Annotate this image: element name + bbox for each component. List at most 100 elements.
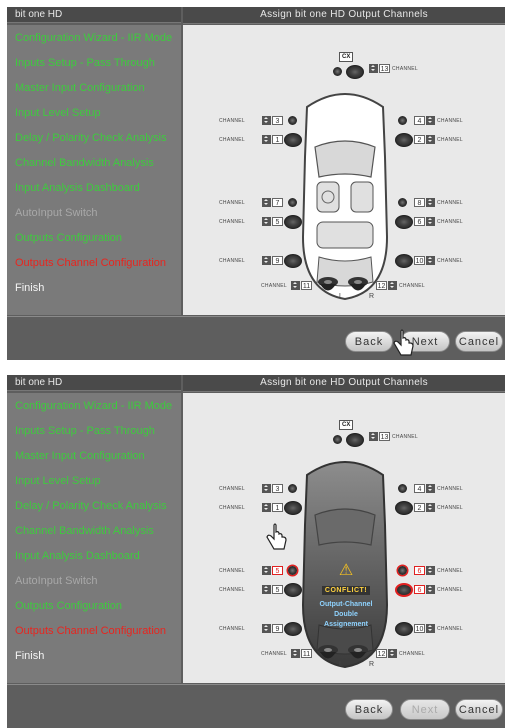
step-delay-polarity[interactable]: Delay / Polarity Check Analysis (15, 132, 167, 144)
step-outputs-channel-configuration[interactable]: Outputs Channel Configuration (15, 625, 166, 637)
lr-woofer-channel-label: CHANNEL (219, 219, 245, 225)
subwoofer-left-icon (318, 645, 338, 659)
step-configuration-wizard[interactable]: Configuration Wizard - IIR Mode (15, 32, 172, 44)
lf-woofer-channel-label: CHANNEL (219, 137, 245, 143)
lr-tweeter-icon (288, 566, 297, 575)
step-input-analysis[interactable]: Input Analysis Dashboard (15, 550, 140, 562)
center-channel-value[interactable]: 13 (379, 64, 390, 73)
lr-woofer-spinner[interactable] (262, 217, 271, 226)
rf-woofer-channel-value[interactable]: 2 (414, 503, 425, 512)
lf-woofer-spinner[interactable] (262, 135, 271, 144)
sub-l-channel-value[interactable]: 11 (301, 649, 312, 658)
step-master-input[interactable]: Master Input Configuration (15, 82, 145, 94)
wizard-steps-sidebar: Configuration Wizard - IIR Mode Inputs S… (7, 393, 181, 683)
rf-woofer-icon (395, 133, 413, 147)
rf-tweeter-channel-value[interactable]: 4 (414, 116, 425, 125)
rf-tweeter-icon (398, 116, 407, 125)
sub-r-channel-value[interactable]: 12 (376, 649, 387, 658)
cancel-button[interactable]: Cancel (455, 699, 503, 720)
step-input-level[interactable]: Input Level Setup (15, 107, 101, 119)
lf-tweeter-channel-value[interactable]: 3 (272, 484, 283, 493)
lr-woofer-channel-value[interactable]: 5 (272, 585, 283, 594)
step-configuration-wizard[interactable]: Configuration Wizard - IIR Mode (15, 400, 172, 412)
hand-cursor-icon (266, 523, 287, 550)
back-button[interactable]: Back (345, 331, 393, 352)
step-input-analysis[interactable]: Input Analysis Dashboard (15, 182, 140, 194)
sub-l-channel-value[interactable]: 11 (301, 281, 312, 290)
rr-tweeter-channel-value-conflict[interactable]: 6 (414, 566, 425, 575)
rf-tweeter-spinner[interactable] (426, 116, 435, 125)
rf-tweeter-channel-label: CHANNEL (437, 118, 463, 124)
rr-tweeter-spinner[interactable] (426, 566, 435, 575)
ls-spinner[interactable] (262, 624, 271, 633)
step-channel-bandwidth[interactable]: Channel Bandwidth Analysis (15, 157, 154, 169)
step-outputs-configuration[interactable]: Outputs Configuration (15, 232, 122, 244)
step-inputs-setup[interactable]: Inputs Setup - Pass Through (15, 425, 155, 437)
lr-woofer-spinner[interactable] (262, 585, 271, 594)
sub-r-channel-value[interactable]: 12 (376, 281, 387, 290)
wizard-steps-sidebar: Configuration Wizard - IIR Mode Inputs S… (7, 25, 181, 315)
rr-tweeter-channel-label: CHANNEL (437, 200, 463, 206)
channel-assignment-area: ⚠ CONFLICT! Output-Channel Double Assign… (183, 393, 505, 683)
step-outputs-configuration[interactable]: Outputs Configuration (15, 600, 122, 612)
sub-r-channel-label: CHANNEL (399, 283, 425, 289)
wizard-panel-conflict: bit one HD Assign bit one HD Output Chan… (7, 375, 505, 728)
sub-r-spinner[interactable] (388, 281, 397, 290)
lr-tweeter-spinner[interactable] (262, 198, 271, 207)
rf-tweeter-spinner[interactable] (426, 484, 435, 493)
lf-tweeter-icon (288, 116, 297, 125)
center-channel-spinner[interactable] (369, 432, 378, 441)
rs-spinner[interactable] (426, 256, 435, 265)
step-input-level[interactable]: Input Level Setup (15, 475, 101, 487)
lf-tweeter-spinner[interactable] (262, 116, 271, 125)
rf-woofer-spinner[interactable] (426, 503, 435, 512)
rf-woofer-spinner[interactable] (426, 135, 435, 144)
rr-woofer-channel-value[interactable]: 6 (414, 217, 425, 226)
rs-speaker-icon (395, 254, 413, 268)
rr-woofer-channel-label: CHANNEL (437, 219, 463, 225)
rs-channel-value[interactable]: 10 (414, 256, 425, 265)
center-channel-value[interactable]: 13 (379, 432, 390, 441)
lf-tweeter-spinner[interactable] (262, 484, 271, 493)
step-inputs-setup[interactable]: Inputs Setup - Pass Through (15, 57, 155, 69)
rs-spinner[interactable] (426, 624, 435, 633)
rs-channel-value[interactable]: 10 (414, 624, 425, 633)
ls-channel-value[interactable]: 9 (272, 256, 283, 265)
sub-l-channel-label: CHANNEL (261, 283, 287, 289)
sub-l-channel-label: CHANNEL (261, 651, 287, 657)
step-channel-bandwidth[interactable]: Channel Bandwidth Analysis (15, 525, 154, 537)
sub-l-spinner[interactable] (291, 281, 300, 290)
back-button[interactable]: Back (345, 699, 393, 720)
lf-woofer-channel-value[interactable]: 1 (272, 503, 283, 512)
step-master-input[interactable]: Master Input Configuration (15, 450, 145, 462)
lf-woofer-channel-value[interactable]: 1 (272, 135, 283, 144)
rr-woofer-channel-value-conflict[interactable]: 6 (414, 585, 425, 594)
step-autoinput-switch: AutoInput Switch (15, 575, 98, 587)
lf-woofer-spinner[interactable] (262, 503, 271, 512)
step-outputs-channel-configuration[interactable]: Outputs Channel Configuration (15, 257, 166, 269)
lr-tweeter-channel-value-conflict[interactable]: 5 (272, 566, 283, 575)
step-delay-polarity[interactable]: Delay / Polarity Check Analysis (15, 500, 167, 512)
rr-tweeter-channel-value[interactable]: 8 (414, 198, 425, 207)
cancel-button[interactable]: Cancel (455, 331, 503, 352)
sub-r-spinner[interactable] (388, 649, 397, 658)
lr-woofer-channel-value[interactable]: 5 (272, 217, 283, 226)
lr-tweeter-channel-value[interactable]: 7 (272, 198, 283, 207)
sub-l-spinner[interactable] (291, 649, 300, 658)
center-channel-spinner[interactable] (369, 64, 378, 73)
ls-channel-value[interactable]: 9 (272, 624, 283, 633)
rr-woofer-spinner[interactable] (426, 217, 435, 226)
rf-woofer-channel-value[interactable]: 2 (414, 135, 425, 144)
ls-spinner[interactable] (262, 256, 271, 265)
rr-tweeter-spinner[interactable] (426, 198, 435, 207)
lr-tweeter-spinner[interactable] (262, 566, 271, 575)
rf-tweeter-channel-value[interactable]: 4 (414, 484, 425, 493)
rs-speaker-icon (395, 622, 413, 636)
step-finish: Finish (15, 650, 45, 662)
lf-tweeter-channel-value[interactable]: 3 (272, 116, 283, 125)
rf-tweeter-icon (398, 484, 407, 493)
rf-woofer-channel-label: CHANNEL (437, 137, 463, 143)
rr-woofer-icon (395, 215, 413, 229)
wizard-footer: Back Next Cancel (7, 684, 505, 728)
rr-woofer-spinner[interactable] (426, 585, 435, 594)
